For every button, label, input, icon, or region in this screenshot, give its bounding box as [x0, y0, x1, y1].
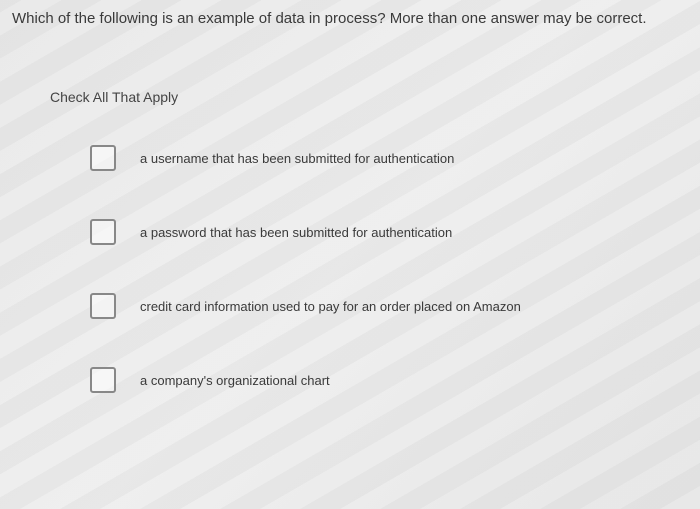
checkbox-option-1[interactable] — [90, 145, 116, 171]
question-text: Which of the following is an example of … — [0, 0, 700, 49]
instruction-text: Check All That Apply — [0, 49, 700, 135]
checkbox-option-4[interactable] — [90, 367, 116, 393]
option-label: a company's organizational chart — [140, 373, 330, 388]
option-label: a password that has been submitted for a… — [140, 225, 452, 240]
option-label: credit card information used to pay for … — [140, 299, 521, 314]
option-label: a username that has been submitted for a… — [140, 151, 454, 166]
options-container: a username that has been submitted for a… — [0, 135, 700, 393]
option-row: a username that has been submitted for a… — [90, 145, 660, 171]
option-row: credit card information used to pay for … — [90, 293, 660, 319]
option-row: a password that has been submitted for a… — [90, 219, 660, 245]
checkbox-option-3[interactable] — [90, 293, 116, 319]
checkbox-option-2[interactable] — [90, 219, 116, 245]
option-row: a company's organizational chart — [90, 367, 660, 393]
